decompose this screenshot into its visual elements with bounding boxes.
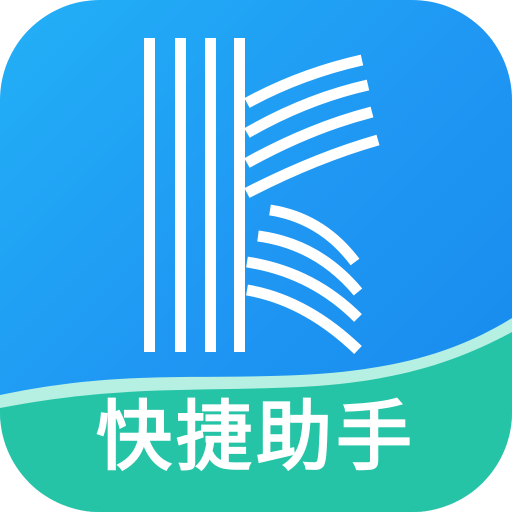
app-icon-canvas: 快捷助手: [0, 0, 512, 512]
app-icon[interactable]: 快捷助手: [0, 0, 512, 512]
app-name-label: 快捷助手: [96, 392, 416, 481]
